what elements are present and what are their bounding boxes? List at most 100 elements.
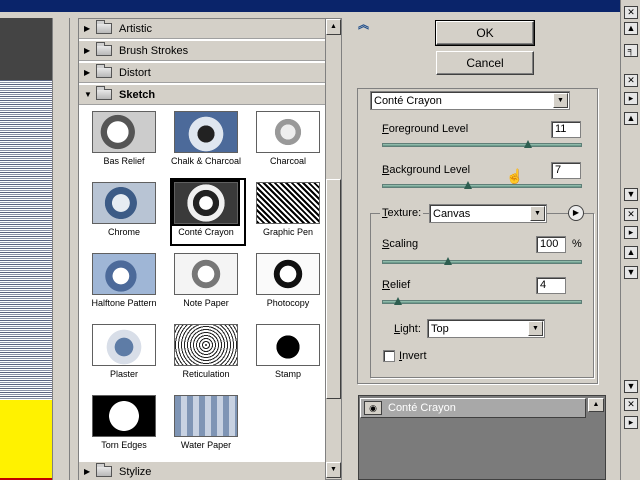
scroll-down-icon[interactable]: ▼ xyxy=(326,462,341,478)
close-icon[interactable]: ✕ xyxy=(624,74,638,87)
image-preview[interactable] xyxy=(0,18,70,480)
category-artistic[interactable]: ▶ Artistic xyxy=(79,19,325,39)
light-label: Light: xyxy=(394,323,421,335)
filter-thumbnail-note-paper[interactable]: Note Paper xyxy=(165,249,241,315)
scaling-label: Scaling xyxy=(382,238,419,250)
category-label: Distort xyxy=(119,66,151,79)
filter-preview-image xyxy=(174,253,238,295)
filter-preview-image xyxy=(174,324,238,366)
folder-icon xyxy=(96,463,112,477)
side-palette-strip: ✕ ▲ ╕ ✕ ▸ ▲ ▼ ✕ ▸ ▲ ▼ ▼ ✕ ▸ xyxy=(620,0,640,480)
filter-thumbnail-torn-edges[interactable]: Torn Edges xyxy=(83,391,159,457)
scroll-up-icon[interactable]: ▲ xyxy=(624,112,638,125)
effect-layer-row[interactable]: ◉ Conté Crayon xyxy=(360,398,586,418)
filter-preview-image xyxy=(172,180,240,226)
close-icon[interactable]: ✕ xyxy=(624,208,638,221)
filter-preview-image xyxy=(256,182,320,224)
cancel-button[interactable]: Cancel xyxy=(436,51,534,75)
filter-thumbnail-stamp[interactable]: Stamp xyxy=(247,320,323,386)
palette-menu-icon[interactable]: ▸ xyxy=(624,226,638,239)
filter-preview-image xyxy=(256,111,320,153)
palette-menu-icon[interactable]: ▸ xyxy=(624,416,638,429)
scroll-up-icon[interactable]: ▲ xyxy=(624,246,638,259)
texture-menu-icon[interactable]: ▶ xyxy=(568,205,584,221)
scroll-down-icon[interactable]: ▼ xyxy=(624,266,638,279)
scaling-unit: % xyxy=(572,238,582,250)
filter-thumbnail-label: Photocopy xyxy=(266,298,310,308)
expand-arrow-icon[interactable]: ▶ xyxy=(84,46,94,55)
expand-arrow-icon[interactable]: ▶ xyxy=(84,68,94,77)
category-distort[interactable]: ▶ Distort xyxy=(79,63,325,83)
hand-cursor-icon: ☝ xyxy=(506,168,524,184)
filter-thumbnail-graphic-pen[interactable]: Graphic Pen xyxy=(247,178,323,244)
scroll-down-icon[interactable]: ▼ xyxy=(624,380,638,393)
eye-icon[interactable]: ◉ xyxy=(364,401,382,415)
relief-slider-thumb[interactable] xyxy=(394,297,402,306)
filter-thumbnail-label: Chrome xyxy=(107,227,140,237)
background-level-slider-thumb[interactable] xyxy=(464,181,472,190)
filter-preview-image xyxy=(174,111,238,153)
filter-thumbnail-charcoal[interactable]: Charcoal xyxy=(247,107,323,173)
layers-scroll-up-icon[interactable]: ▲ xyxy=(588,398,604,412)
foreground-level-input[interactable]: 11 xyxy=(551,121,581,138)
chevron-double-up-icon[interactable]: ︽ xyxy=(358,20,369,31)
palette-menu-icon[interactable]: ▸ xyxy=(624,92,638,105)
folder-icon xyxy=(96,64,112,78)
filter-preview-image xyxy=(92,324,156,366)
foreground-level-slider-track[interactable] xyxy=(382,143,582,147)
filter-thumbnail-plaster[interactable]: Plaster xyxy=(83,320,159,386)
background-level-slider-track[interactable] xyxy=(382,184,582,188)
relief-input[interactable]: 4 xyxy=(536,277,566,294)
filter-thumbnail-halftone-pattern[interactable]: Halftone Pattern xyxy=(83,249,159,315)
filter-select-value: Conté Crayon xyxy=(374,94,442,107)
scaling-slider-track[interactable] xyxy=(382,260,582,264)
open-folder-icon xyxy=(96,86,112,100)
preview-image-noise xyxy=(0,80,52,400)
invert-checkbox[interactable] xyxy=(383,350,395,362)
category-stylize[interactable]: ▶ Stylize xyxy=(79,462,325,480)
filter-thumbnail-photocopy[interactable]: Photocopy xyxy=(247,249,323,315)
scrollbar-thumb[interactable] xyxy=(326,179,341,399)
chevron-down-icon[interactable]: ▼ xyxy=(530,206,545,221)
ok-button[interactable]: OK xyxy=(435,20,535,46)
filter-preview-image xyxy=(256,324,320,366)
close-icon[interactable]: ✕ xyxy=(624,6,638,19)
relief-slider-track[interactable] xyxy=(382,300,582,304)
filter-thumbnail-label: Chalk & Charcoal xyxy=(170,156,242,166)
close-icon[interactable]: ✕ xyxy=(624,398,638,411)
scaling-slider-thumb[interactable] xyxy=(444,257,452,266)
category-label: Stylize xyxy=(119,465,152,478)
category-brush-strokes[interactable]: ▶ Brush Strokes xyxy=(79,41,325,61)
foreground-level-slider-thumb[interactable] xyxy=(524,140,532,149)
background-level-input[interactable]: 7 xyxy=(551,162,581,179)
scroll-up-icon[interactable]: ▲ xyxy=(326,19,341,35)
tool-icon[interactable]: ╕ xyxy=(624,44,638,57)
collapse-arrow-icon[interactable]: ▼ xyxy=(84,90,94,99)
filter-thumbnail-label: Torn Edges xyxy=(101,440,147,450)
filter-thumbnail-reticulation[interactable]: Reticulation xyxy=(165,320,241,386)
expand-arrow-icon[interactable]: ▶ xyxy=(84,467,94,476)
filter-thumbnail-bas-relief[interactable]: Bas Relief xyxy=(83,107,159,173)
category-sketch[interactable]: ▼ Sketch xyxy=(79,85,325,105)
chevron-down-icon[interactable]: ▼ xyxy=(553,93,568,108)
light-select[interactable]: Top ▼ xyxy=(427,319,545,338)
expand-arrow-icon[interactable]: ▶ xyxy=(84,24,94,33)
filter-list-scrollbar[interactable]: ▲ ▼ xyxy=(325,19,341,479)
texture-select-value: Canvas xyxy=(433,207,471,220)
window-title-bar xyxy=(0,0,622,12)
filter-thumbnail-chrome[interactable]: Chrome xyxy=(83,178,159,244)
texture-select[interactable]: Canvas ▼ xyxy=(429,204,547,223)
foreground-level-label: Foreground Level xyxy=(382,123,469,135)
filter-preview-image xyxy=(256,253,320,295)
filter-thumbnail-chalk-charcoal[interactable]: Chalk & Charcoal xyxy=(165,107,241,173)
filter-thumbnail-cont-crayon[interactable]: Conté Crayon xyxy=(165,178,246,246)
scroll-down-icon[interactable]: ▼ xyxy=(624,188,638,201)
filter-thumbnail-water-paper[interactable]: Water Paper xyxy=(165,391,241,457)
filter-select[interactable]: Conté Crayon ▼ xyxy=(370,91,570,110)
chevron-down-icon[interactable]: ▼ xyxy=(528,321,543,336)
scaling-input[interactable]: 100 xyxy=(536,236,566,253)
preview-scrollbar[interactable] xyxy=(52,18,69,480)
minimize-icon[interactable]: ▲ xyxy=(624,22,638,35)
filter-thumbnail-label: Graphic Pen xyxy=(262,227,314,237)
filter-list: ▶ Artistic ▶ Brush Strokes ▶ Distort ▼ S… xyxy=(78,18,342,480)
